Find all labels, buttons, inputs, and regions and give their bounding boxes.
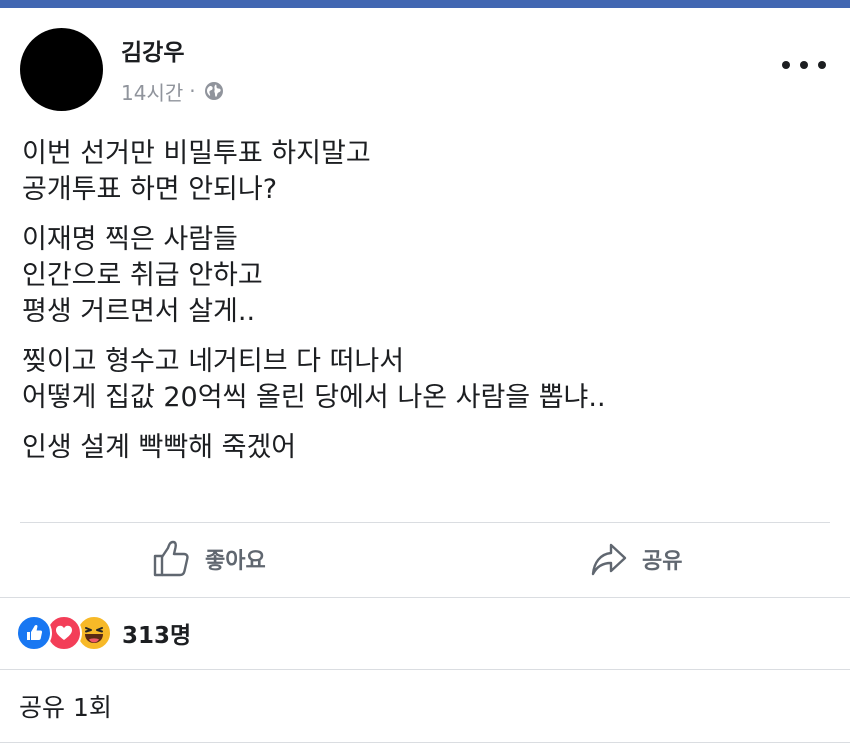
top-bar [0,0,850,8]
post-paragraph: 이번 선거만 비밀투표 하지말고 공개투표 하면 안되나? [22,138,371,205]
divider [0,597,850,598]
author-name[interactable]: 김강우 [121,38,184,68]
post-meta: 14시간 · [121,77,224,106]
avatar[interactable] [20,28,103,111]
globe-icon [204,81,224,101]
share-count[interactable]: 공유 1회 [19,688,112,724]
reactions-summary[interactable]: 313명 [16,614,191,652]
more-horizontal-icon [818,61,826,69]
like-label: 좋아요 [205,549,266,574]
thumbs-up-icon [151,539,205,579]
like-reaction-icon [16,615,52,651]
share-label: 공유 [642,549,683,574]
more-options-button[interactable] [782,54,826,76]
post-paragraph: 찢이고 형수고 네거티브 다 떠나서 어떻게 집값 20억씩 올린 당에서 나온… [22,346,606,413]
divider [0,669,850,670]
share-arrow-icon [590,539,642,579]
post-time[interactable]: 14시간 [121,77,183,106]
divider [0,742,850,743]
divider [20,522,830,523]
reaction-count: 313명 [122,623,192,649]
post-paragraph: 이재명 찍은 사람들 인간으로 취급 안하고 평생 거르면서 살게.. [22,224,263,327]
share-button[interactable]: 공유 [590,536,682,582]
like-button[interactable]: 좋아요 [151,536,266,582]
post-text: 이번 선거만 비밀투표 하지말고 공개투표 하면 안되나? 이재명 찍은 사람들… [22,136,822,480]
more-horizontal-icon [782,61,790,69]
more-horizontal-icon [800,61,808,69]
meta-separator: · [189,79,196,103]
post-paragraph: 인생 설계 빡빡해 죽겠어 [22,432,297,463]
